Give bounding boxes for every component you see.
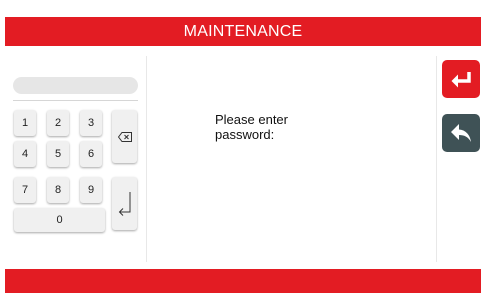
password-display — [13, 77, 138, 94]
divider-right — [436, 56, 437, 262]
key-7[interactable]: 7 — [14, 177, 36, 203]
prompt-line-1: Please enter — [215, 112, 288, 127]
enter-key[interactable] — [112, 177, 137, 230]
page-title: MAINTENANCE — [183, 22, 303, 40]
key-8[interactable]: 8 — [47, 177, 69, 203]
back-button[interactable] — [442, 114, 480, 152]
key-9[interactable]: 9 — [80, 177, 102, 203]
footer-bar — [5, 269, 481, 293]
enter-arrow-icon — [451, 72, 471, 88]
key-4[interactable]: 4 — [14, 141, 36, 167]
title-bar: MAINTENANCE — [5, 17, 481, 46]
reply-arrow-icon — [451, 124, 471, 142]
key-0[interactable]: 0 — [14, 208, 105, 232]
key-2[interactable]: 2 — [47, 110, 69, 136]
password-prompt: Please enter password: — [215, 112, 375, 142]
divider-left — [146, 56, 147, 262]
key-1[interactable]: 1 — [14, 110, 36, 136]
backspace-icon — [117, 131, 132, 142]
backspace-key[interactable] — [112, 110, 137, 163]
key-3[interactable]: 3 — [80, 110, 102, 136]
confirm-button[interactable] — [442, 60, 480, 98]
key-6[interactable]: 6 — [80, 141, 102, 167]
prompt-line-2: password: — [215, 127, 275, 142]
enter-icon — [118, 191, 130, 216]
keypad-separator — [13, 100, 138, 101]
key-5[interactable]: 5 — [47, 141, 69, 167]
